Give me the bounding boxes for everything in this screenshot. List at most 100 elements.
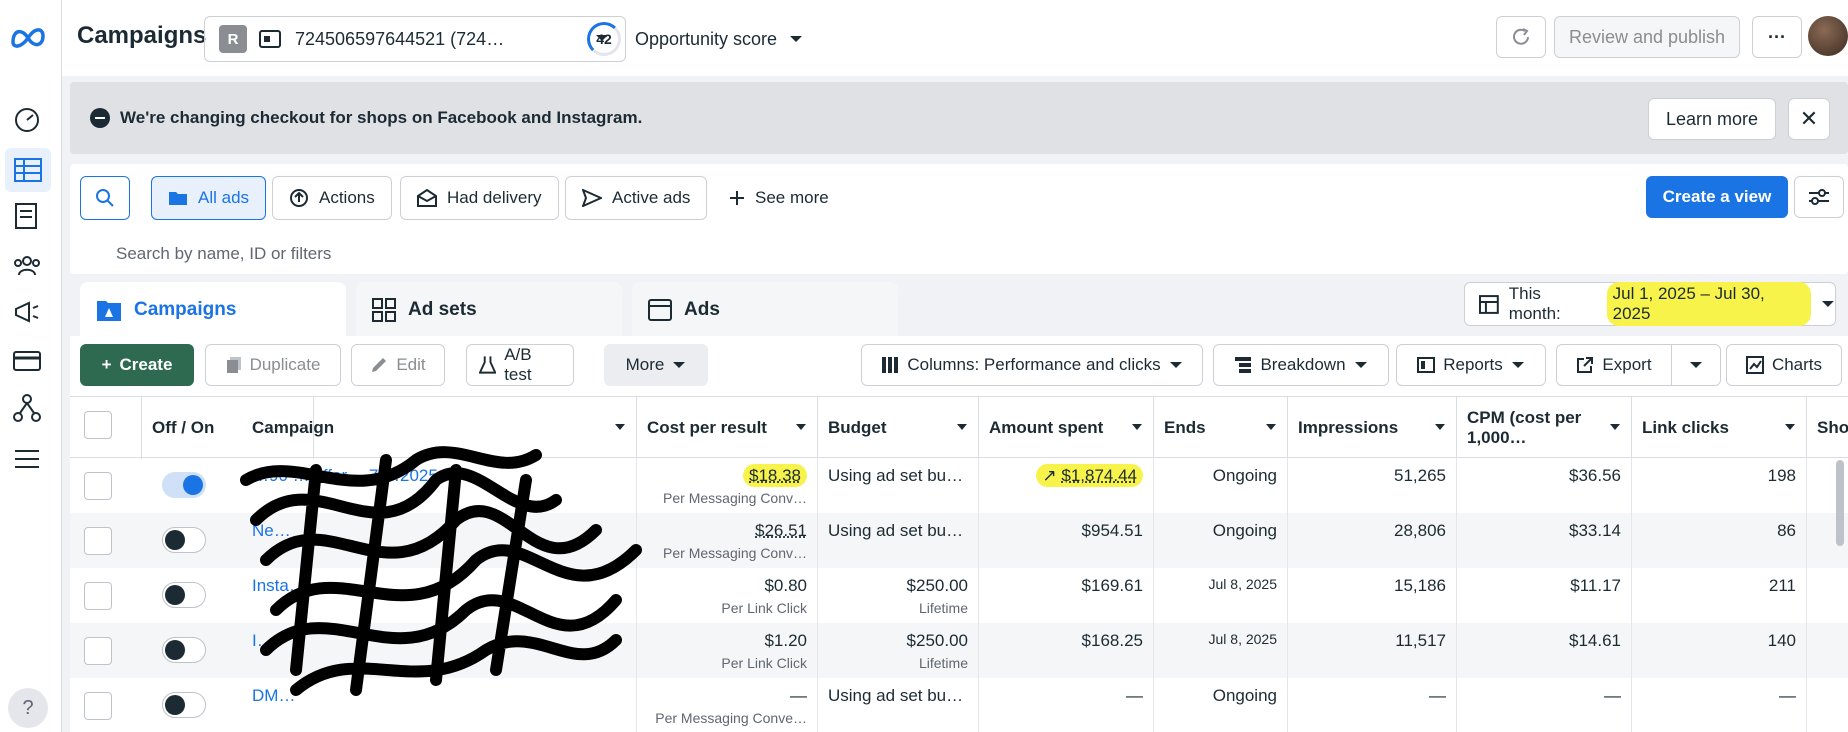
- filter-all-ads[interactable]: All ads: [151, 176, 267, 220]
- col-cpm[interactable]: CPM (cost per 1,000…: [1457, 397, 1632, 459]
- row-checkbox[interactable]: [84, 582, 112, 610]
- filter-actions[interactable]: Actions: [272, 176, 392, 220]
- chevron-down-icon: [1822, 301, 1835, 307]
- budget-value: Using ad set bu…: [828, 521, 964, 540]
- col-cost-per-result[interactable]: Cost per result: [637, 397, 818, 459]
- col-label: Sho: [1817, 418, 1848, 437]
- opportunity-score-ring: 42: [587, 22, 621, 56]
- search-input[interactable]: Search by name, ID or filters: [80, 238, 1848, 268]
- account-selector[interactable]: R 724506597644521 (724…: [204, 16, 626, 62]
- col-budget[interactable]: Budget: [818, 397, 979, 459]
- tab-ads[interactable]: Ads: [632, 282, 898, 338]
- budget-cell: $250.00 Lifetime: [818, 568, 979, 623]
- envelope-icon: [417, 189, 437, 207]
- edit-button[interactable]: Edit: [351, 344, 445, 386]
- row-checkbox[interactable]: [84, 472, 112, 500]
- col-amount-spent[interactable]: Amount spent: [979, 397, 1154, 459]
- help-button[interactable]: ?: [8, 688, 48, 728]
- cost-cell: — Per Messaging Conve…: [637, 678, 818, 732]
- row-checkbox[interactable]: [84, 527, 112, 555]
- export-button[interactable]: Export: [1556, 344, 1672, 386]
- billing-card-icon[interactable]: [12, 346, 42, 376]
- tab-ad-sets[interactable]: Ad sets: [356, 282, 622, 338]
- breakdown-icon: [1235, 357, 1252, 373]
- impressions-cell: 51,265: [1288, 458, 1457, 513]
- megaphone-icon[interactable]: [12, 297, 42, 327]
- create-button[interactable]: + Create: [80, 344, 194, 386]
- columns-button[interactable]: Columns: Performance and clicks: [861, 344, 1203, 386]
- filter-active-ads[interactable]: Active ads: [565, 176, 708, 220]
- refresh-icon: [1513, 28, 1529, 45]
- charts-button[interactable]: Charts: [1726, 344, 1842, 386]
- impressions-cell: —: [1288, 678, 1457, 732]
- spent-cell: ↗ $1,874.44: [979, 458, 1154, 513]
- view-settings-button[interactable]: [1794, 176, 1844, 218]
- date-label: This month:: [1508, 284, 1561, 323]
- filter-see-more[interactable]: See more: [712, 176, 846, 220]
- more-options-button[interactable]: ···: [1752, 16, 1802, 58]
- create-view-button[interactable]: Create a view: [1646, 176, 1788, 218]
- learn-more-button[interactable]: Learn more: [1648, 98, 1776, 140]
- ads-manager: ? Campaigns R 724506597644521 (724… 42 O…: [0, 0, 1848, 732]
- tab-campaigns[interactable]: Campaigns: [80, 282, 346, 338]
- export-options-button[interactable]: [1671, 344, 1721, 386]
- budget-cell: Using ad set bu…: [818, 513, 979, 568]
- close-banner-button[interactable]: ✕: [1788, 98, 1830, 140]
- events-icon[interactable]: [12, 393, 42, 423]
- ab-test-button[interactable]: A/B test: [466, 344, 574, 386]
- filter-had-delivery[interactable]: Had delivery: [400, 176, 559, 220]
- cost-sub: Per Messaging Conv…: [663, 490, 807, 506]
- campaign-toggle[interactable]: [162, 527, 206, 553]
- cpm-cell: $14.61: [1457, 623, 1632, 678]
- clicks-cell: 198: [1632, 458, 1807, 513]
- filter-label: See more: [755, 188, 829, 207]
- audience-icon[interactable]: [12, 250, 42, 280]
- col-shop[interactable]: Sho: [1807, 397, 1848, 459]
- opportunity-score[interactable]: 42 Opportunity score: [587, 22, 803, 56]
- cost-value: $26.51: [755, 521, 807, 540]
- search-button[interactable]: [80, 176, 130, 220]
- chart-icon: [1745, 356, 1764, 374]
- clicks-cell: —: [1632, 678, 1807, 732]
- review-publish-button[interactable]: Review and publish: [1554, 16, 1740, 58]
- breakdown-button[interactable]: Breakdown: [1213, 344, 1389, 386]
- spent-cell: $169.61: [979, 568, 1154, 623]
- sort-icon: [1266, 424, 1276, 430]
- meta-logo-icon[interactable]: [10, 22, 46, 52]
- campaign-toggle[interactable]: [162, 582, 206, 608]
- ends-cell: Jul 8, 2025: [1154, 623, 1288, 678]
- toggle-knob: [183, 475, 203, 495]
- toggle-knob: [165, 585, 185, 605]
- ends-cell: Jul 8, 2025: [1154, 568, 1288, 623]
- send-icon: [582, 189, 602, 207]
- account-name: 724506597644521 (724…: [295, 28, 505, 49]
- date-range-picker[interactable]: This month: Jul 1, 2025 – Jul 30, 2025: [1464, 282, 1836, 326]
- refresh-button[interactable]: [1496, 16, 1546, 58]
- opportunity-score-value: 42: [596, 31, 612, 47]
- col-impressions[interactable]: Impressions: [1288, 397, 1457, 459]
- flask-icon: [479, 356, 497, 374]
- toggle-knob: [165, 640, 185, 660]
- campaign-toggle[interactable]: [162, 692, 206, 718]
- menu-icon[interactable]: [12, 444, 42, 474]
- duplicate-button[interactable]: Duplicate: [205, 344, 341, 386]
- dashboard-icon[interactable]: [12, 105, 42, 135]
- vertical-scrollbar[interactable]: [1836, 460, 1844, 546]
- campaign-toggle[interactable]: [162, 637, 206, 663]
- campaign-toggle[interactable]: [162, 472, 206, 498]
- ads-manager-table-icon[interactable]: [5, 148, 51, 192]
- cost-cell: $18.38 Per Messaging Conv…: [637, 458, 818, 513]
- chevron-down-icon: [1354, 362, 1367, 368]
- ends-cell: Ongoing: [1154, 513, 1288, 568]
- row-checkbox[interactable]: [84, 637, 112, 665]
- cost-cell: $26.51 Per Messaging Conv…: [637, 513, 818, 568]
- avatar[interactable]: [1808, 16, 1848, 56]
- more-button[interactable]: More: [604, 344, 708, 386]
- pages-icon[interactable]: [12, 201, 42, 231]
- row-checkbox[interactable]: [84, 692, 112, 720]
- reports-button[interactable]: Reports: [1396, 344, 1546, 386]
- tab-label: Campaigns: [134, 299, 237, 320]
- col-link-clicks[interactable]: Link clicks: [1632, 397, 1807, 459]
- select-all-checkbox[interactable]: [84, 411, 112, 439]
- col-ends[interactable]: Ends: [1154, 397, 1288, 459]
